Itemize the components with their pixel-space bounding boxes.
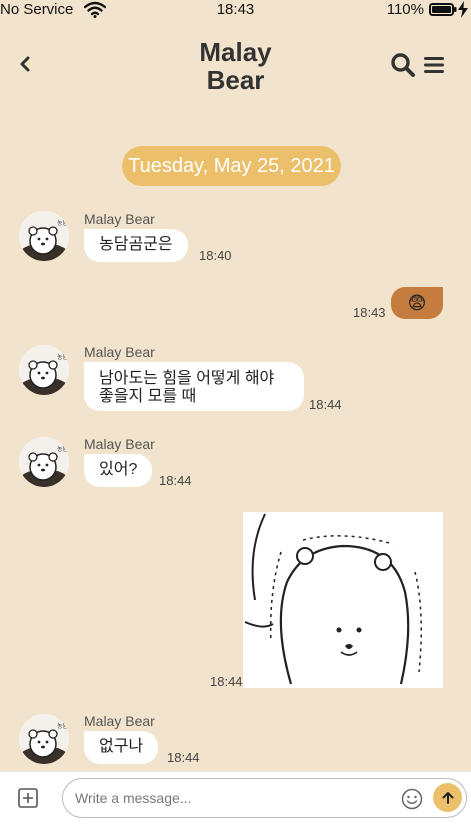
message-time: 18:44	[309, 397, 342, 412]
avatar[interactable]: 농담	[19, 437, 69, 487]
avatar[interactable]: 농담	[19, 714, 69, 764]
message-text-line2: 좋을지 모를 때	[99, 388, 197, 405]
emoji-icon[interactable]	[401, 788, 423, 810]
sent-message-bubble[interactable]: 😨	[391, 287, 443, 319]
message-time: 18:44	[167, 750, 200, 765]
svg-text:농담: 농담	[57, 723, 69, 730]
bear-avatar-icon: 농담	[19, 211, 69, 261]
sender-name: Malay Bear	[84, 211, 155, 227]
message-time: 18:40	[199, 248, 232, 263]
bear-avatar-icon: 농담	[19, 437, 69, 487]
image-message[interactable]	[243, 512, 443, 688]
avatar[interactable]: 농담	[19, 345, 69, 395]
battery-percent: 110%	[386, 1, 424, 18]
date-divider: Tuesday, May 25, 2021	[122, 146, 341, 186]
sender-name: Malay Bear	[84, 713, 155, 729]
add-icon[interactable]	[18, 788, 38, 808]
bear-sticker-image	[243, 512, 443, 688]
avatar[interactable]: 농담	[19, 211, 69, 261]
search-icon[interactable]	[390, 52, 416, 78]
bear-avatar-icon: 농담	[19, 714, 69, 764]
message-text: 농담곰군은	[99, 236, 173, 253]
bolt-icon	[458, 1, 468, 18]
send-icon	[442, 791, 453, 804]
message-bubble[interactable]: 농담곰군은	[84, 229, 188, 262]
sender-name: Malay Bear	[84, 344, 155, 360]
message-time: 18:44	[159, 473, 192, 488]
chat-header: Malay Bear	[0, 20, 471, 108]
svg-text:농담: 농담	[57, 354, 69, 361]
bear-avatar-icon: 농담	[19, 345, 69, 395]
message-text: 없구나	[99, 738, 144, 755]
send-button[interactable]	[433, 783, 462, 812]
sender-name: Malay Bear	[84, 436, 155, 452]
message-bubble[interactable]: 남아도는 힘을 어떻게 해야 좋을지 모를 때	[84, 362, 304, 411]
emoji-text: 😨	[407, 293, 427, 313]
message-text-line1: 남아도는 힘을 어떻게 해야	[99, 370, 275, 387]
menu-icon[interactable]	[422, 53, 446, 77]
message-time: 18:44	[210, 674, 243, 689]
message-time: 18:43	[353, 305, 386, 320]
battery-icon	[429, 3, 457, 16]
status-bar: No Service 18:43 110%	[0, 0, 471, 20]
message-composer	[0, 771, 471, 825]
svg-text:농담: 농담	[57, 446, 69, 453]
message-bubble[interactable]: 있어?	[84, 454, 153, 487]
message-text: 있어?	[99, 461, 138, 478]
message-bubble[interactable]: 없구나	[84, 731, 159, 764]
svg-text:농담: 농담	[57, 220, 69, 227]
